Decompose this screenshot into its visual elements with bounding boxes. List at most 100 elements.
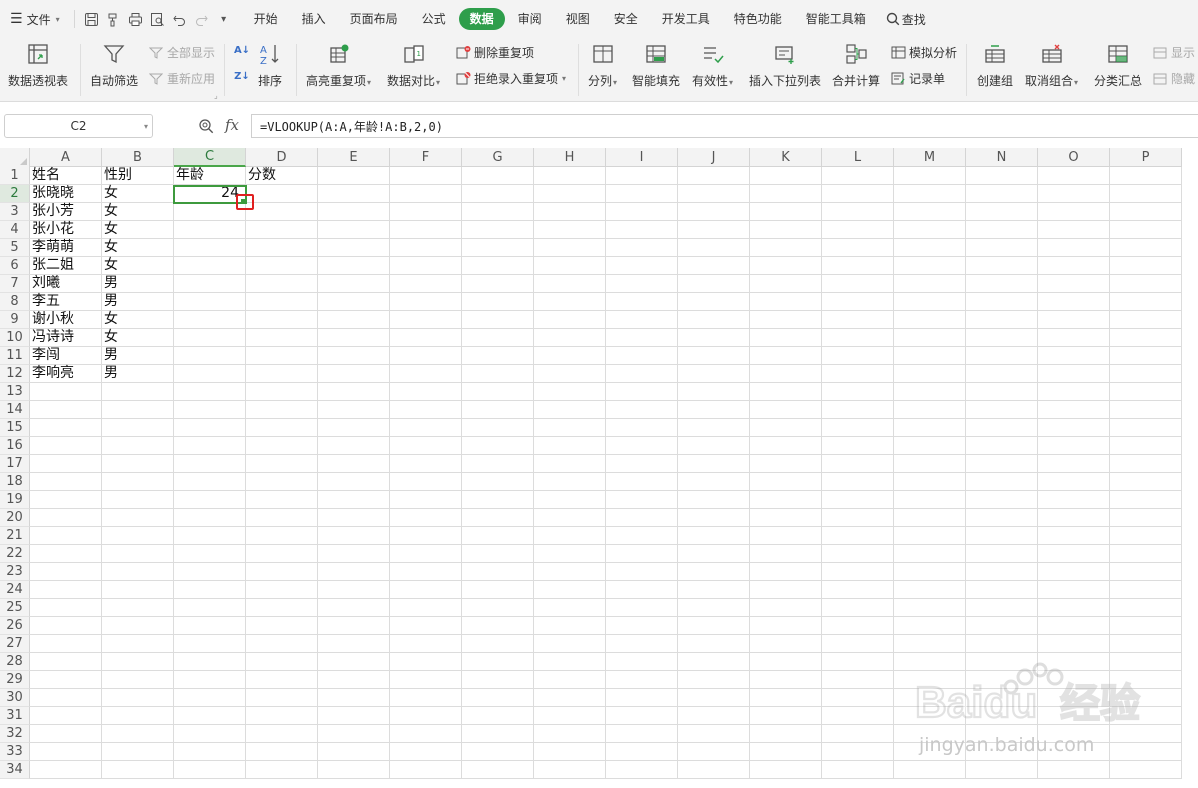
row-header[interactable]: 29 <box>0 671 30 689</box>
cell-i30[interactable] <box>606 689 678 707</box>
cell-j26[interactable] <box>678 617 750 635</box>
row-header[interactable]: 28 <box>0 653 30 671</box>
cell-f22[interactable] <box>390 545 462 563</box>
cell-b22[interactable] <box>102 545 174 563</box>
cell-h32[interactable] <box>534 725 606 743</box>
cell-i23[interactable] <box>606 563 678 581</box>
customize-toolbar-icon[interactable]: ▾ <box>213 8 235 30</box>
column-header-c[interactable]: C <box>174 148 246 167</box>
cell-f7[interactable] <box>390 275 462 293</box>
cell-l31[interactable] <box>822 707 894 725</box>
cell-i4[interactable] <box>606 221 678 239</box>
print-preview-icon[interactable] <box>147 8 169 30</box>
cell-n19[interactable] <box>966 491 1038 509</box>
redo-icon[interactable] <box>191 8 213 30</box>
cell-d32[interactable] <box>246 725 318 743</box>
cell-j12[interactable] <box>678 365 750 383</box>
cell-h4[interactable] <box>534 221 606 239</box>
cell-k26[interactable] <box>750 617 822 635</box>
cell-h26[interactable] <box>534 617 606 635</box>
cell-i8[interactable] <box>606 293 678 311</box>
cell-f13[interactable] <box>390 383 462 401</box>
cell-o16[interactable] <box>1038 437 1110 455</box>
show-all-button[interactable]: 全部显示 <box>148 44 215 61</box>
cell-c14[interactable] <box>174 401 246 419</box>
cell-d31[interactable] <box>246 707 318 725</box>
cell-m6[interactable] <box>894 257 966 275</box>
cell-d8[interactable] <box>246 293 318 311</box>
cell-g5[interactable] <box>462 239 534 257</box>
cell-o13[interactable] <box>1038 383 1110 401</box>
row-header[interactable]: 20 <box>0 509 30 527</box>
cell-o18[interactable] <box>1038 473 1110 491</box>
row-header[interactable]: 32 <box>0 725 30 743</box>
cell-p34[interactable] <box>1110 761 1182 779</box>
cell-g6[interactable] <box>462 257 534 275</box>
cell-l17[interactable] <box>822 455 894 473</box>
cell-j33[interactable] <box>678 743 750 761</box>
cell-f25[interactable] <box>390 599 462 617</box>
cell-c13[interactable] <box>174 383 246 401</box>
cell-b15[interactable] <box>102 419 174 437</box>
cell-m9[interactable] <box>894 311 966 329</box>
cell-g17[interactable] <box>462 455 534 473</box>
cell-d33[interactable] <box>246 743 318 761</box>
cell-d27[interactable] <box>246 635 318 653</box>
cell-i11[interactable] <box>606 347 678 365</box>
row-header[interactable]: 18 <box>0 473 30 491</box>
cell-p21[interactable] <box>1110 527 1182 545</box>
cell-p5[interactable] <box>1110 239 1182 257</box>
cell-c6[interactable] <box>174 257 246 275</box>
column-header-k[interactable]: K <box>750 148 822 167</box>
cell-k6[interactable] <box>750 257 822 275</box>
cell-h7[interactable] <box>534 275 606 293</box>
cell-n24[interactable] <box>966 581 1038 599</box>
cell-m27[interactable] <box>894 635 966 653</box>
cell-e11[interactable] <box>318 347 390 365</box>
file-menu[interactable]: ☰ 文件 ▾ <box>0 6 68 32</box>
cell-h8[interactable] <box>534 293 606 311</box>
cell-i16[interactable] <box>606 437 678 455</box>
cell-g19[interactable] <box>462 491 534 509</box>
cell-c30[interactable] <box>174 689 246 707</box>
undo-icon[interactable] <box>169 8 191 30</box>
ungroup-button[interactable]: 取消组合▾ <box>1025 42 1078 89</box>
cell-e29[interactable] <box>318 671 390 689</box>
cell-k18[interactable] <box>750 473 822 491</box>
cell-f21[interactable] <box>390 527 462 545</box>
cell-o9[interactable] <box>1038 311 1110 329</box>
cell-d13[interactable] <box>246 383 318 401</box>
cell-f11[interactable] <box>390 347 462 365</box>
cell-k13[interactable] <box>750 383 822 401</box>
cell-h5[interactable] <box>534 239 606 257</box>
cell-g14[interactable] <box>462 401 534 419</box>
cell-k9[interactable] <box>750 311 822 329</box>
dialog-launcher-icon[interactable]: ⌟ <box>214 91 218 100</box>
cell-h13[interactable] <box>534 383 606 401</box>
cell-c8[interactable] <box>174 293 246 311</box>
cell-l3[interactable] <box>822 203 894 221</box>
column-header-e[interactable]: E <box>318 148 390 167</box>
cell-d14[interactable] <box>246 401 318 419</box>
cell-p9[interactable] <box>1110 311 1182 329</box>
cell-h33[interactable] <box>534 743 606 761</box>
cell-c21[interactable] <box>174 527 246 545</box>
cell-o12[interactable] <box>1038 365 1110 383</box>
cell-m26[interactable] <box>894 617 966 635</box>
cell-d19[interactable] <box>246 491 318 509</box>
cell-h10[interactable] <box>534 329 606 347</box>
cell-o11[interactable] <box>1038 347 1110 365</box>
cell-e20[interactable] <box>318 509 390 527</box>
tab-security[interactable]: 安全 <box>603 8 649 30</box>
cell-l15[interactable] <box>822 419 894 437</box>
cell-m1[interactable] <box>894 167 966 185</box>
cell-o4[interactable] <box>1038 221 1110 239</box>
cell-m10[interactable] <box>894 329 966 347</box>
cell-c7[interactable] <box>174 275 246 293</box>
cell-b25[interactable] <box>102 599 174 617</box>
column-header-g[interactable]: G <box>462 148 534 167</box>
cell-h12[interactable] <box>534 365 606 383</box>
cell-m20[interactable] <box>894 509 966 527</box>
tab-insert[interactable]: 插入 <box>291 8 337 30</box>
cell-l12[interactable] <box>822 365 894 383</box>
